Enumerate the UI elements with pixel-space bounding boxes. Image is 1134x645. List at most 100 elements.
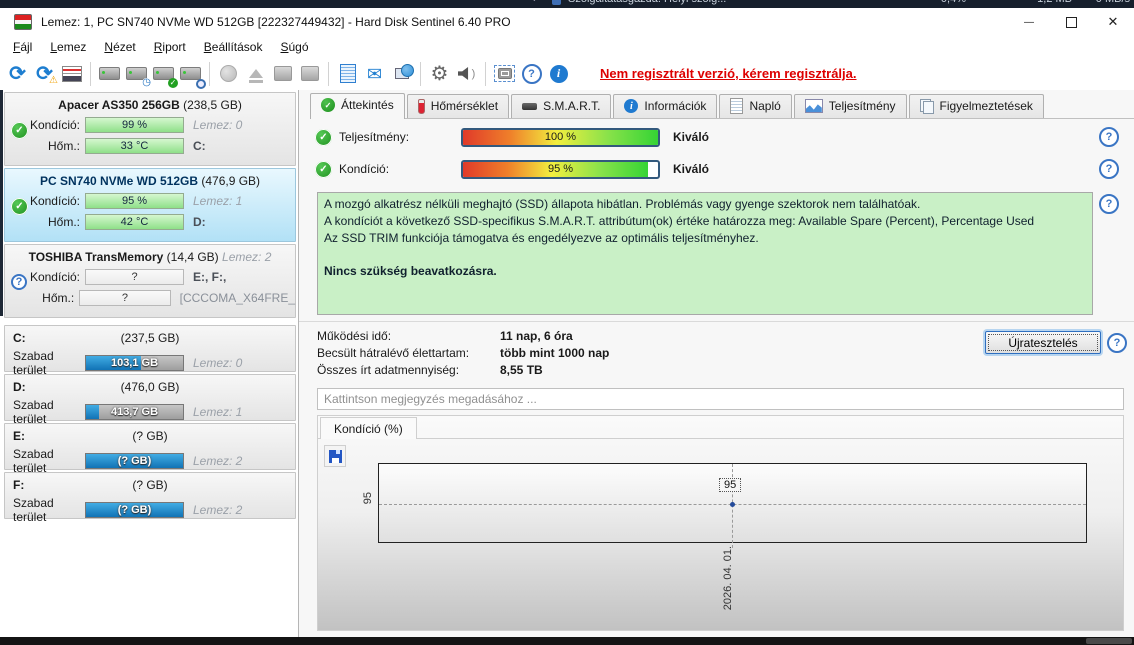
maximize-button[interactable] <box>1050 9 1092 35</box>
disk-panel-toshiba[interactable]: TOSHIBA TransMemory (14,4 GB) Lemez: 2 ?… <box>4 244 296 318</box>
info-icon[interactable]: i <box>545 61 572 87</box>
tab-information[interactable]: i Információk <box>613 94 718 118</box>
tab-log[interactable]: Napló <box>719 94 792 118</box>
volume-label: [CCCOMA_X64FRE_ <box>179 290 295 305</box>
comment-input[interactable] <box>317 388 1124 410</box>
free-space-bar: (? GB) <box>85 453 184 469</box>
health-ok-icon: ✓ <box>11 122 28 139</box>
data-point-label: 95 <box>719 478 742 492</box>
partition-panel-f[interactable]: F: (? GB) Szabad terület (? GB) Lemez: 2 <box>4 472 296 524</box>
temperature-label: Hőm.: <box>47 138 80 153</box>
refresh-warning-icon[interactable]: ⟳ ⚠ <box>31 61 58 87</box>
thermometer-icon <box>417 98 425 114</box>
partition-panel-e[interactable]: E: (? GB) Szabad terület (? GB) Lemez: 2 <box>4 423 296 475</box>
free-space-label: Szabad terület <box>13 496 54 524</box>
disk-check-icon[interactable]: ✓ <box>150 61 178 88</box>
speaker-icon[interactable]: ) <box>453 61 480 87</box>
partition-panel-c[interactable]: C: (237,5 GB) Szabad terület 103,1 GB Lemez… <box>4 325 296 377</box>
close-button[interactable] <box>1092 9 1134 35</box>
notepad-icon[interactable] <box>334 61 361 87</box>
disk-search-icon[interactable] <box>177 61 206 89</box>
menu-report[interactable]: Riport <box>145 38 195 56</box>
free-space-label: Szabad terület <box>13 349 54 377</box>
disk-number: Lemez: 2 <box>222 250 272 264</box>
help-icon[interactable]: ? <box>1099 194 1119 214</box>
app-logo-icon <box>14 14 32 30</box>
disk-clock-icon[interactable]: ◷ <box>123 61 151 88</box>
disk-panel-sn740-selected[interactable]: PC SN740 NVMe WD 512GB (476,9 GB) ✓ Kond… <box>4 168 296 242</box>
eject-icon[interactable] <box>242 61 269 87</box>
menu-help[interactable]: Súgó <box>271 38 317 56</box>
free-space-bar: (? GB) <box>85 502 184 518</box>
stat-value: 8,55 TB <box>500 362 543 377</box>
refresh-icon[interactable]: ⟳ <box>4 61 31 87</box>
temperature-label: Hőm.: <box>47 214 80 229</box>
menu-disk[interactable]: Lemez <box>41 38 95 56</box>
screenshot-camera-icon[interactable] <box>491 61 518 87</box>
action-advice: Nincs szükség beavatkozásra. <box>324 264 497 279</box>
condition-bar: ? <box>85 268 184 285</box>
chart-icon <box>804 99 823 113</box>
free-space-label: Szabad terület <box>13 398 54 426</box>
menu-file[interactable]: Fájl <box>4 38 41 56</box>
menu-view[interactable]: Nézet <box>95 38 144 56</box>
disk-number: Lemez: 1 <box>193 193 243 208</box>
partition-size: (237,5 GB) <box>120 331 180 345</box>
background-window-edge <box>0 90 3 316</box>
condition-row: ✓ Kondíció: 95 % Kiváló <box>315 158 709 180</box>
titlebar[interactable]: Lemez: 1, PC SN740 NVMe WD 512GB [222327… <box>0 8 1134 36</box>
service-icon <box>552 0 561 5</box>
chart-plot-area: 95 <box>378 463 1087 548</box>
partition-letter: F: <box>13 478 25 492</box>
performance-rating: Kiváló <box>673 130 710 144</box>
tab-alerts[interactable]: Figyelmeztetések <box>908 94 1044 118</box>
tab-bar: ✓ Áttekintés Hőmérséklet S.M.A.R.T. i Info… <box>310 93 1134 119</box>
overview-content: ✓ Áttekintés Hőmérséklet S.M.A.R.T. i Info… <box>299 90 1134 637</box>
help-icon[interactable]: ? <box>1099 127 1119 147</box>
disk-sidebar: Apacer AS350 256GB (238,5 GB) ✓ Kondíció… <box>0 90 299 637</box>
network-icon[interactable] <box>388 61 415 87</box>
menu-settings[interactable]: Beállítások <box>195 38 272 56</box>
performance-meter: 100 % <box>461 127 660 147</box>
report-icon[interactable] <box>58 61 85 87</box>
lifetime-stats: Működési idő: 11 nap, 6 óra Becsült hátra… <box>317 327 609 378</box>
disk-hardware-icon[interactable] <box>269 61 296 87</box>
tab-performance[interactable]: Teljesítmény <box>793 94 907 118</box>
performance-row: ✓ Teljesítmény: 100 % Kiváló <box>315 126 709 148</box>
register-link[interactable]: Nem regisztrált verzió, kérem regisztrál… <box>600 66 857 81</box>
partition-panel-d[interactable]: D: (476,0 GB) Szabad terület 413,7 GB Lemez… <box>4 374 296 426</box>
temperature-bar: ? <box>79 289 171 306</box>
disk-detect-icon[interactable] <box>96 61 123 87</box>
disk-name: PC SN740 NVMe WD 512GB <box>39 174 198 188</box>
free-space-bar: 413,7 GB <box>85 404 184 420</box>
help-icon[interactable]: ? <box>518 61 545 87</box>
chart-tab-condition[interactable]: Kondíció (%) <box>320 417 417 439</box>
disk-hardware2-icon[interactable] <box>296 61 323 87</box>
disk-number: Lemez: 2 <box>193 503 243 517</box>
chevron-right-icon: › <box>533 0 537 5</box>
condition-bar: 95 % <box>85 192 184 209</box>
disk-number: Lemez: 0 <box>193 117 243 132</box>
memory-usage-value: 1,2 MB <box>992 0 1072 5</box>
disk-globe-icon[interactable] <box>215 61 242 87</box>
drive-letters: E:, F:, <box>193 269 227 284</box>
disk-panel-apacer[interactable]: Apacer AS350 256GB (238,5 GB) ✓ Kondíció… <box>4 92 296 166</box>
free-space-bar: 103,1 GB <box>85 355 184 371</box>
help-icon[interactable]: ? <box>1099 159 1119 179</box>
mail-icon[interactable]: ✉ <box>361 61 388 87</box>
condition-label: Kondíció: <box>339 162 390 176</box>
disk-number: Lemez: 0 <box>193 356 243 370</box>
health-unknown-icon: ? <box>11 274 27 290</box>
save-chart-button[interactable] <box>324 445 346 467</box>
disk-name: Apacer AS350 256GB <box>58 98 180 112</box>
help-icon[interactable]: ? <box>1107 333 1127 353</box>
tab-temperature[interactable]: Hőmérséklet <box>406 94 510 118</box>
tab-overview[interactable]: ✓ Áttekintés <box>310 93 405 119</box>
settings-gear-icon[interactable]: ⚙ <box>426 61 453 87</box>
retest-button[interactable]: Újratesztelés <box>985 331 1101 354</box>
stat-value: 11 nap, 6 óra <box>500 328 573 343</box>
condition-rating: Kiváló <box>673 162 710 176</box>
minimize-button[interactable] <box>1008 9 1050 35</box>
partition-size: (476,0 GB) <box>120 380 180 394</box>
tab-smart[interactable]: S.M.A.R.T. <box>511 94 612 118</box>
